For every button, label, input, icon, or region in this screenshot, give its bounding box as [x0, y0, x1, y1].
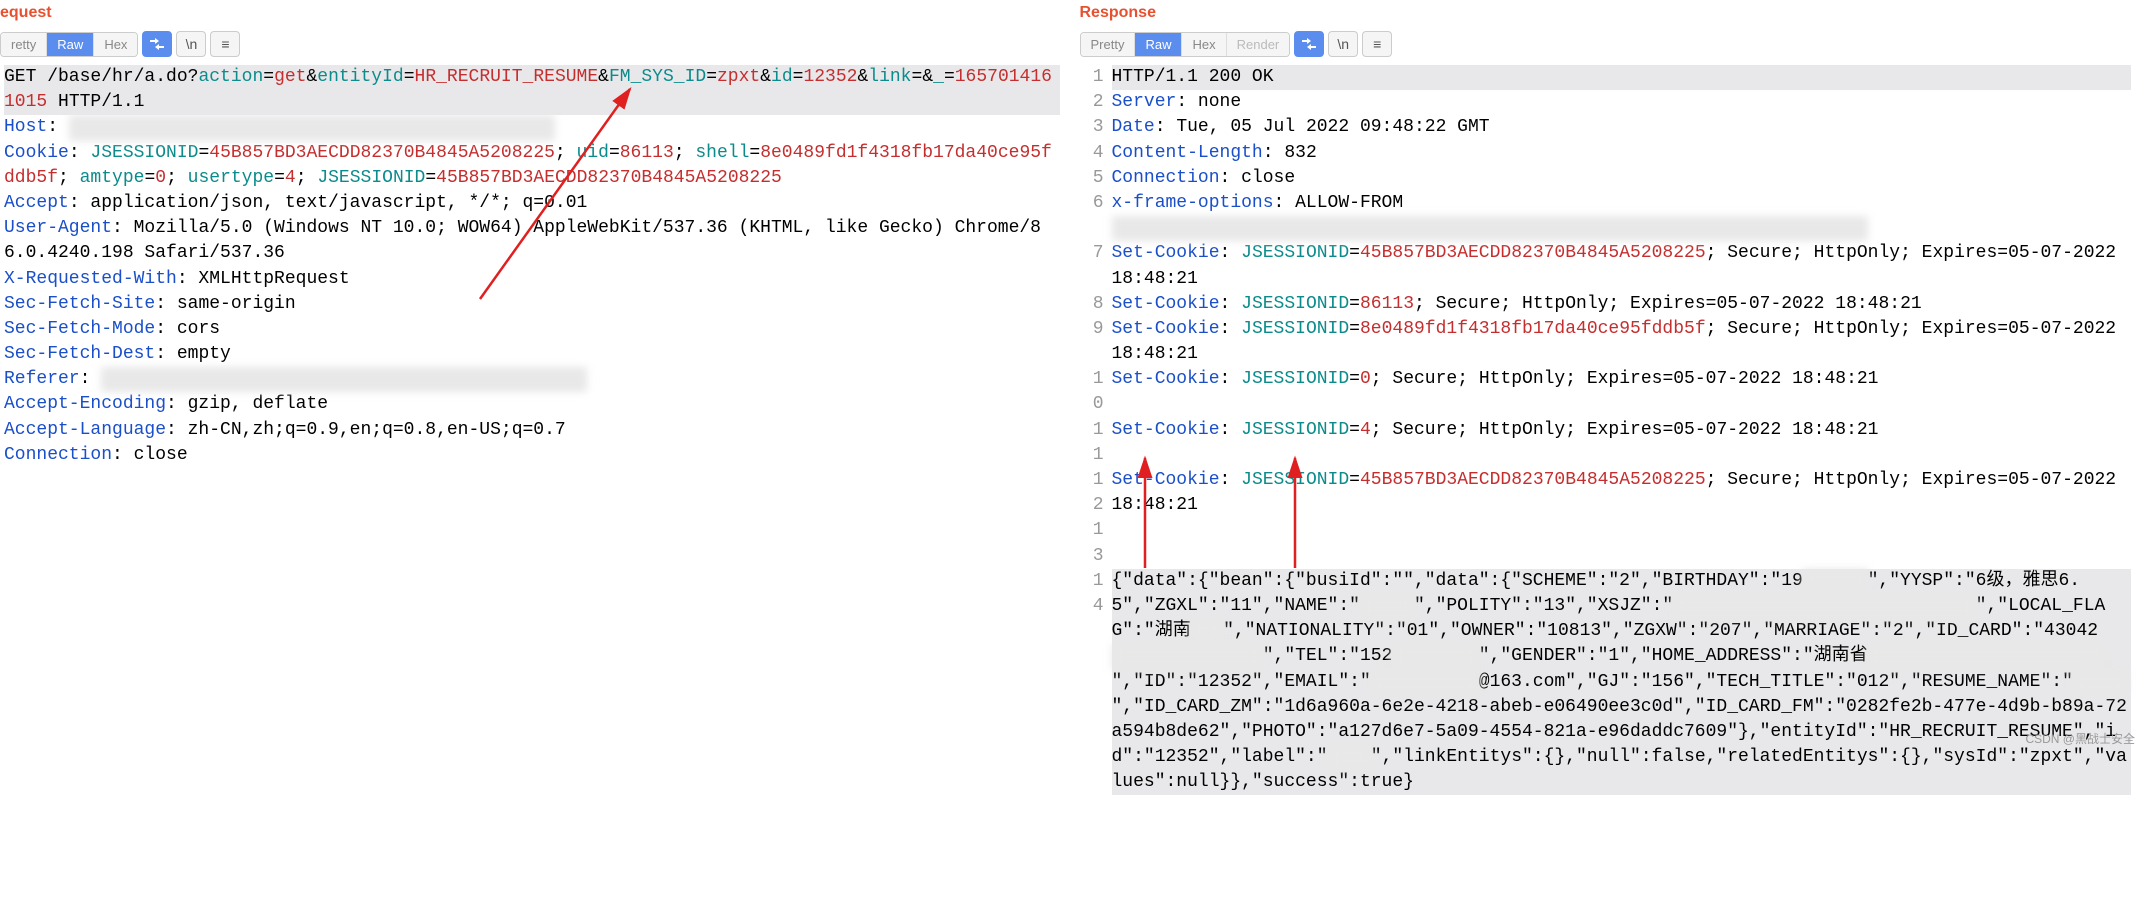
- format-icon-r[interactable]: [1294, 31, 1324, 57]
- menu-icon-r[interactable]: ≡: [1362, 31, 1392, 57]
- format-icon[interactable]: [142, 31, 172, 57]
- request-toolbar: retty Raw Hex \n ≡: [0, 28, 1064, 63]
- tab-hex-r[interactable]: Hex: [1182, 33, 1226, 56]
- newline-icon[interactable]: \n: [176, 31, 206, 57]
- response-toolbar: Pretty Raw Hex Render \n ≡: [1080, 28, 2136, 63]
- request-content[interactable]: GET /base/hr/a.do?action=get&entityId=HR…: [0, 63, 1064, 546]
- request-view-tabs: retty Raw Hex: [0, 32, 138, 57]
- menu-icon[interactable]: ≡: [210, 31, 240, 57]
- response-view-tabs: Pretty Raw Hex Render: [1080, 32, 1291, 57]
- newline-icon-r[interactable]: \n: [1328, 31, 1358, 57]
- tab-raw-r[interactable]: Raw: [1135, 33, 1182, 56]
- tab-render-r[interactable]: Render: [1227, 33, 1290, 56]
- request-title: equest: [0, 0, 1064, 28]
- response-panel: Response Pretty Raw Hex Render \n ≡ 1HTT…: [1072, 0, 2143, 898]
- tab-pretty-r[interactable]: Pretty: [1081, 33, 1136, 56]
- tab-hex[interactable]: Hex: [94, 33, 137, 56]
- request-panel: equest retty Raw Hex \n ≡ GET /base/hr/a…: [0, 0, 1072, 898]
- tab-pretty[interactable]: retty: [1, 33, 47, 56]
- watermark: CSDN @黑战士安全: [2025, 730, 2135, 747]
- response-title: Response: [1080, 0, 2136, 28]
- tab-raw[interactable]: Raw: [47, 33, 94, 56]
- response-content[interactable]: 1HTTP/1.1 200 OK2Server: none3Date: Tue,…: [1080, 63, 2136, 898]
